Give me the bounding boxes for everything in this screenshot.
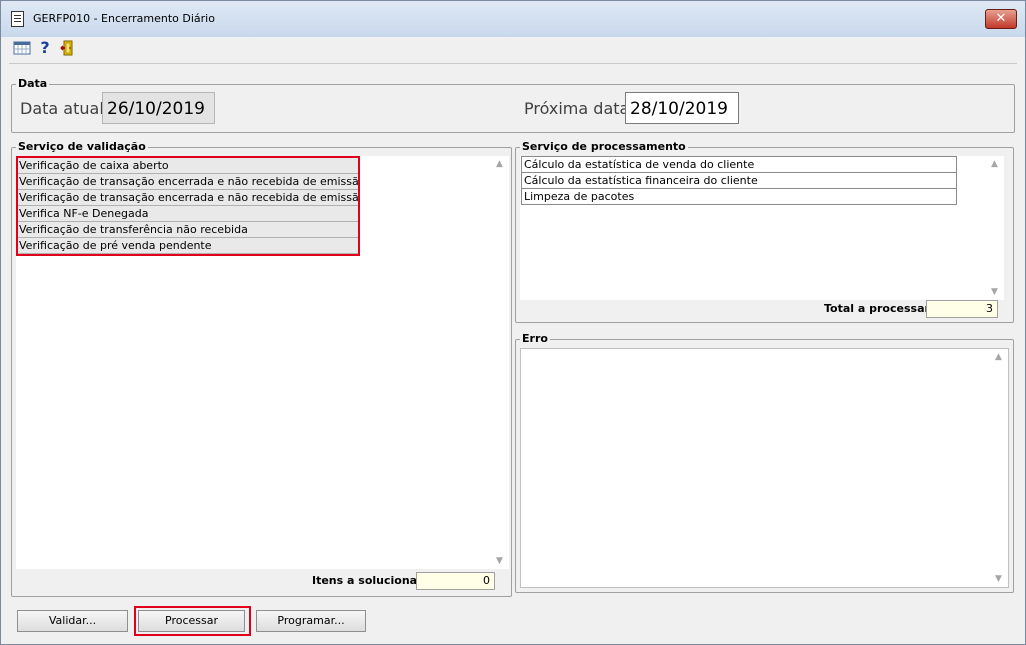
close-button[interactable]: ✕ bbox=[985, 9, 1017, 29]
title-bar: GERFP010 - Encerramento Diário ✕ bbox=[1, 1, 1025, 37]
programar-button[interactable]: Programar... bbox=[256, 610, 366, 632]
scroll-up-icon[interactable]: ▲ bbox=[991, 159, 998, 169]
data-group: Data Data atual 26/10/2019 Próxima data … bbox=[11, 77, 1015, 133]
current-date-field: 26/10/2019 bbox=[102, 92, 215, 124]
exit-door-icon[interactable] bbox=[59, 39, 77, 57]
scroll-down-icon[interactable]: ▼ bbox=[995, 574, 1002, 584]
next-date-label: Próxima data bbox=[524, 99, 630, 118]
scroll-up-icon[interactable]: ▲ bbox=[995, 352, 1002, 362]
data-group-legend: Data bbox=[16, 77, 50, 90]
toolbar: ? bbox=[1, 37, 1025, 59]
processing-scrollbar[interactable]: ▲ ▼ bbox=[988, 156, 1004, 300]
total-to-process-label: Total a processar bbox=[824, 302, 930, 315]
processing-item[interactable]: Cálculo da estatística financeira do cli… bbox=[521, 173, 957, 189]
items-to-solve-field: 0 bbox=[416, 572, 495, 590]
processing-item[interactable]: Cálculo da estatística de venda do clien… bbox=[521, 156, 957, 173]
total-to-process-field: 3 bbox=[926, 300, 998, 318]
validar-button[interactable]: Validar... bbox=[17, 610, 128, 632]
window-title: GERFP010 - Encerramento Diário bbox=[33, 12, 215, 25]
app-window: GERFP010 - Encerramento Diário ✕ ? Data … bbox=[0, 0, 1026, 645]
validation-highlight bbox=[16, 156, 360, 256]
error-scrollbar[interactable]: ▲ ▼ bbox=[992, 349, 1008, 587]
validation-group-legend: Serviço de validação bbox=[16, 140, 148, 153]
calendar-grid-icon[interactable] bbox=[13, 39, 31, 57]
processar-button[interactable]: Processar bbox=[138, 610, 245, 632]
processing-group: Serviço de processamento Cálculo da esta… bbox=[515, 140, 1014, 323]
items-to-solve-label: Itens a solucionar bbox=[312, 574, 423, 587]
error-group: Erro ▲ ▼ bbox=[515, 332, 1014, 593]
validation-group: Serviço de validação Verificação de caix… bbox=[11, 140, 512, 597]
scroll-up-icon[interactable]: ▲ bbox=[496, 159, 503, 169]
scroll-down-icon[interactable]: ▼ bbox=[496, 556, 503, 566]
processing-list[interactable]: Cálculo da estatística de venda do clien… bbox=[520, 156, 1004, 300]
error-group-legend: Erro bbox=[520, 332, 550, 345]
validation-scrollbar[interactable]: ▲ ▼ bbox=[493, 156, 509, 569]
processing-item[interactable]: Limpeza de pacotes bbox=[521, 189, 957, 205]
next-date-field[interactable]: 28/10/2019 bbox=[625, 92, 739, 124]
processing-group-legend: Serviço de processamento bbox=[520, 140, 688, 153]
toolbar-separator bbox=[9, 63, 1017, 64]
document-icon bbox=[11, 11, 24, 27]
error-textarea[interactable]: ▲ ▼ bbox=[520, 348, 1009, 588]
help-icon[interactable]: ? bbox=[36, 39, 54, 57]
current-date-label: Data atual bbox=[20, 99, 104, 118]
validation-list[interactable]: Verificação de caixa aberto Verificação … bbox=[16, 156, 509, 569]
scroll-down-icon[interactable]: ▼ bbox=[991, 287, 998, 297]
